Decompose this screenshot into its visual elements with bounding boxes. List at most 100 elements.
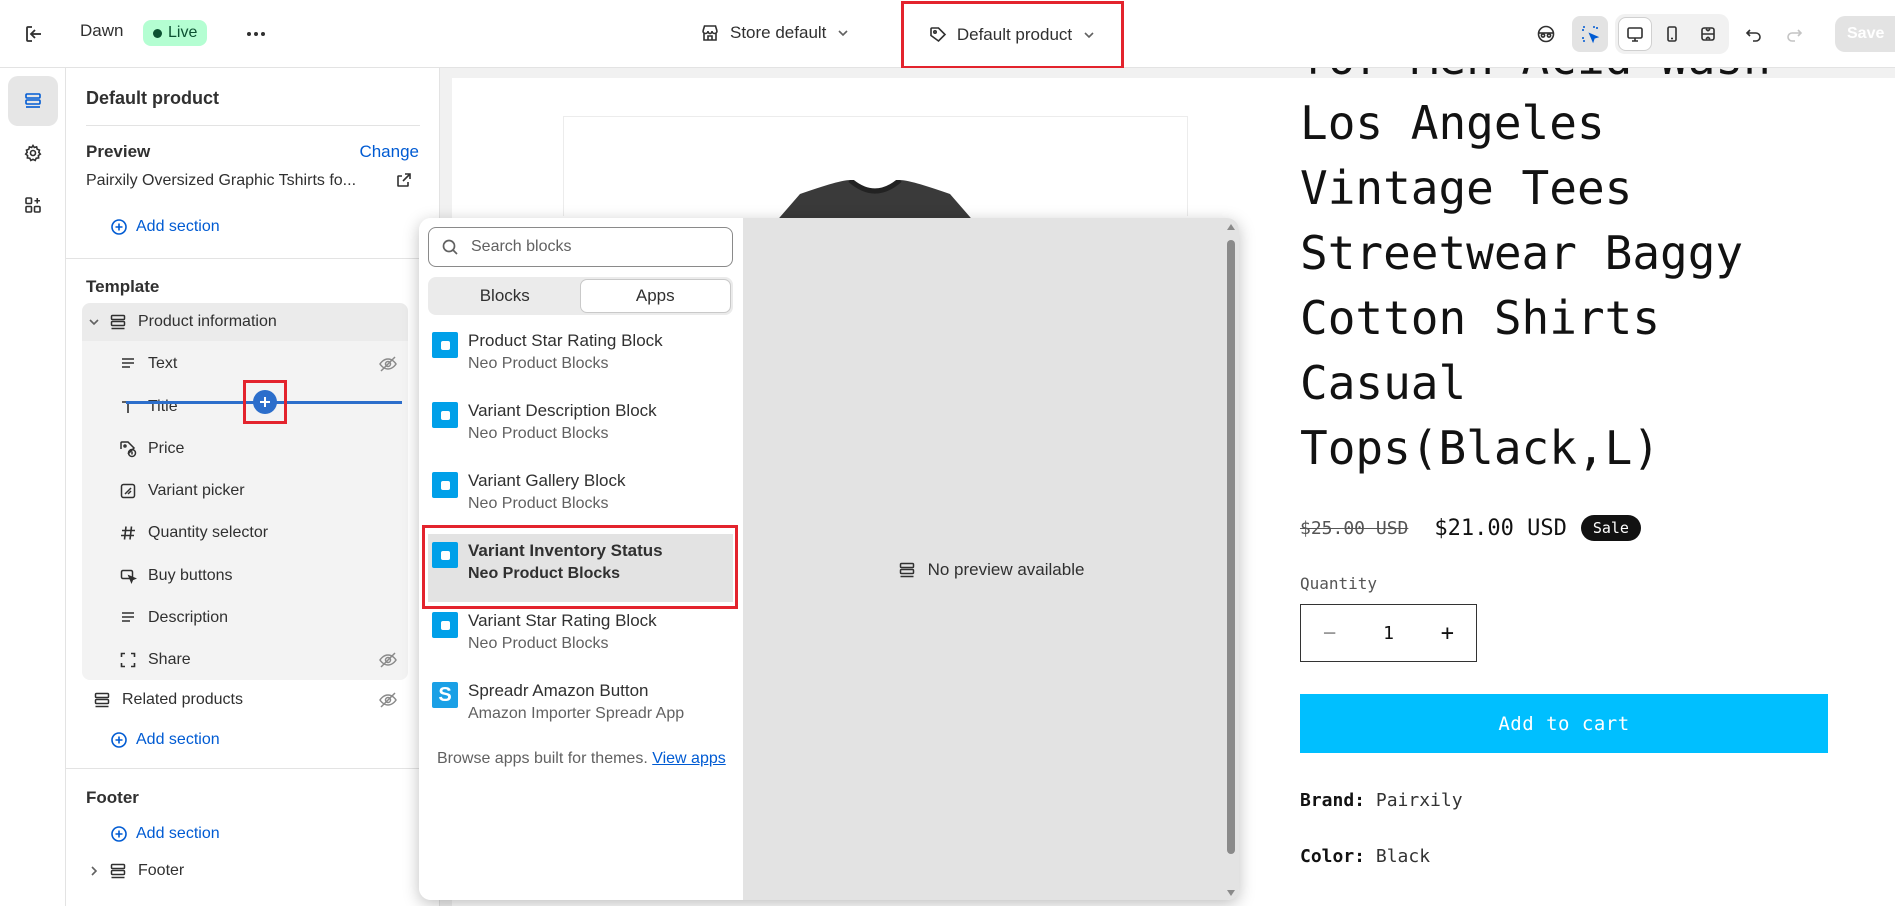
add-section-footer-button[interactable]: Add section bbox=[110, 825, 220, 843]
top-bar: Dawn Live Store default Default product bbox=[0, 0, 1895, 69]
more-actions-icon[interactable] bbox=[245, 23, 267, 45]
title-line: for Men Acid Wash bbox=[1300, 68, 1771, 91]
redo-icon[interactable] bbox=[1776, 16, 1812, 52]
undo-icon[interactable] bbox=[1736, 16, 1772, 52]
fullscreen-view-icon[interactable] bbox=[1691, 17, 1725, 51]
search-field[interactable] bbox=[428, 227, 733, 267]
theme-name: Dawn bbox=[80, 21, 124, 40]
block-price[interactable]: Price bbox=[82, 430, 408, 468]
block-text[interactable]: Text bbox=[82, 345, 408, 383]
mobile-view-icon[interactable] bbox=[1655, 17, 1689, 51]
title-icon bbox=[118, 397, 138, 417]
section-footer[interactable]: Footer bbox=[82, 852, 408, 890]
color-line: Color: Black bbox=[1300, 846, 1431, 867]
add-block-popover: Blocks Apps Product Star Rating Block Ne… bbox=[419, 218, 1239, 900]
divider bbox=[66, 768, 439, 769]
product-title-clip: for Men Acid Wash Los Angeles Vintage Te… bbox=[1300, 68, 1895, 488]
eye-hidden-icon[interactable] bbox=[378, 690, 398, 710]
desktop-view-icon[interactable] bbox=[1618, 17, 1652, 51]
divider bbox=[86, 125, 420, 126]
sections-icon[interactable] bbox=[8, 76, 58, 126]
browse-apps-text: Browse apps built for themes. View apps bbox=[437, 750, 726, 767]
apps-icon[interactable] bbox=[8, 180, 58, 230]
block-share[interactable]: Share bbox=[82, 641, 408, 679]
inspector-select-icon[interactable] bbox=[1572, 16, 1608, 52]
add-section-template-button[interactable]: Add section bbox=[110, 731, 220, 749]
title-line: Tops(Black,L) bbox=[1300, 421, 1661, 475]
view-apps-link[interactable]: View apps bbox=[652, 750, 726, 767]
app-block-item[interactable]: Product Star Rating Block Neo Product Bl… bbox=[428, 324, 733, 388]
external-link-icon[interactable] bbox=[396, 172, 412, 188]
block-buy-buttons[interactable]: Buy buttons bbox=[82, 557, 408, 595]
no-preview-message: No preview available bbox=[743, 560, 1239, 580]
app-block-icon bbox=[432, 332, 458, 358]
block-list-pane: Blocks Apps Product Star Rating Block Ne… bbox=[419, 218, 743, 900]
text-icon bbox=[118, 608, 138, 628]
title-line: Los Angeles bbox=[1300, 96, 1605, 150]
store-icon bbox=[700, 23, 720, 43]
title-line: Cotton Shirts bbox=[1300, 291, 1661, 345]
chevron-down-icon[interactable] bbox=[82, 316, 106, 328]
decrease-quantity-button[interactable]: − bbox=[1323, 621, 1336, 646]
left-rail bbox=[0, 68, 66, 906]
section-sidebar: Default product Preview Change Pairxily … bbox=[66, 68, 440, 906]
change-preview-link[interactable]: Change bbox=[359, 142, 419, 162]
add-section-header-button[interactable]: Add section bbox=[110, 218, 220, 236]
price-tag-icon bbox=[118, 439, 138, 459]
quantity-value[interactable]: 1 bbox=[1383, 623, 1394, 644]
block-description[interactable]: Description bbox=[82, 599, 408, 637]
section-related-products[interactable]: Related products bbox=[82, 681, 408, 719]
app-block-icon bbox=[432, 402, 458, 428]
title-line: Streetwear Baggy bbox=[1300, 226, 1744, 280]
add-block-plus-icon[interactable] bbox=[253, 390, 277, 414]
text-icon bbox=[118, 354, 138, 374]
app-block-item[interactable]: Variant Star Rating Block Neo Product Bl… bbox=[428, 604, 733, 668]
scroll-thumb[interactable] bbox=[1227, 240, 1235, 854]
search-input[interactable] bbox=[471, 238, 711, 256]
quantity-stepper: − 1 + bbox=[1300, 604, 1477, 662]
block-quantity-selector[interactable]: Quantity selector bbox=[82, 514, 408, 552]
store-selector[interactable]: Store default bbox=[700, 18, 850, 48]
section-icon bbox=[108, 312, 128, 332]
tab-blocks[interactable]: Blocks bbox=[430, 279, 580, 313]
save-button[interactable]: Save bbox=[1835, 16, 1895, 52]
chevron-right-icon[interactable] bbox=[82, 865, 106, 877]
section-icon bbox=[92, 690, 112, 710]
product-title: for Men Acid Wash Los Angeles Vintage Te… bbox=[1300, 68, 1771, 481]
app-block-item[interactable]: S Spreadr Amazon Button Amazon Importer … bbox=[428, 674, 733, 738]
sale-badge: Sale bbox=[1580, 515, 1641, 541]
share-icon bbox=[118, 650, 138, 670]
spreadr-logo-icon: S bbox=[432, 682, 458, 708]
section-product-information[interactable]: Product information bbox=[82, 303, 408, 341]
hash-icon bbox=[118, 523, 138, 543]
add-to-cart-button[interactable]: Add to cart bbox=[1300, 694, 1828, 753]
block-variant-picker[interactable]: Variant picker bbox=[82, 472, 408, 510]
block-preview-pane: No preview available bbox=[743, 218, 1239, 900]
template-selector[interactable]: Default product bbox=[901, 1, 1124, 69]
eye-hidden-icon[interactable] bbox=[378, 354, 398, 374]
chevron-down-icon bbox=[836, 26, 850, 40]
footer-group-title: Footer bbox=[86, 788, 139, 807]
block-tabs: Blocks Apps bbox=[428, 277, 733, 315]
app-block-item[interactable]: Variant Gallery Block Neo Product Blocks bbox=[428, 464, 733, 528]
tab-apps[interactable]: Apps bbox=[579, 279, 731, 313]
compare-at-price: $25.00 USD bbox=[1300, 517, 1409, 539]
selected-highlight-box bbox=[422, 525, 738, 609]
plus-circle-icon bbox=[110, 731, 128, 749]
exit-icon[interactable] bbox=[22, 22, 46, 46]
live-dot-icon bbox=[153, 28, 162, 38]
popover-scrollbar[interactable] bbox=[1224, 220, 1238, 900]
eye-hidden-icon[interactable] bbox=[378, 650, 398, 670]
customer-privacy-icon[interactable] bbox=[1528, 16, 1564, 52]
section-icon bbox=[108, 861, 128, 881]
title-line: Casual bbox=[1300, 356, 1467, 410]
search-icon bbox=[441, 238, 459, 256]
app-block-item[interactable]: Variant Description Block Neo Product Bl… bbox=[428, 394, 733, 458]
variant-picker-icon bbox=[118, 481, 138, 501]
plus-circle-icon bbox=[110, 825, 128, 843]
section-icon bbox=[898, 561, 916, 579]
price-row: $25.00 USD $21.00 USD Sale bbox=[1300, 515, 1641, 541]
chevron-down-icon bbox=[1082, 28, 1096, 42]
increase-quantity-button[interactable]: + bbox=[1441, 621, 1454, 646]
settings-gear-icon[interactable] bbox=[8, 128, 58, 178]
